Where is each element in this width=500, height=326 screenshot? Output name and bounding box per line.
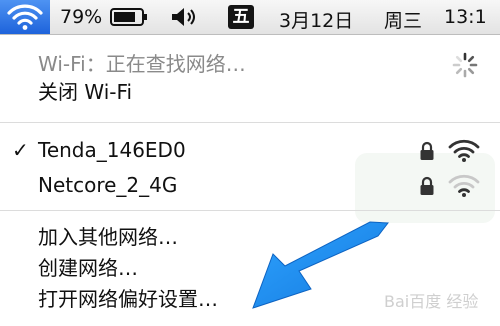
network-item-netcore[interactable]: Netcore_2_4G — [38, 172, 177, 198]
loading-spinner-icon — [452, 52, 478, 82]
open-network-preferences-item[interactable]: 打开网络偏好设置… — [38, 286, 218, 312]
network-item-tenda[interactable]: Tenda_146ED0 — [38, 137, 186, 163]
lock-icon — [419, 141, 435, 165]
wifi-signal-weak-icon — [448, 174, 480, 202]
menubar-date[interactable]: 3月12日 — [279, 6, 353, 33]
input-method-icon[interactable]: 五 — [228, 5, 254, 29]
battery-icon[interactable] — [110, 8, 148, 30]
checkmark-icon: ✓ — [12, 138, 29, 162]
battery-percentage[interactable]: 79% — [60, 6, 102, 28]
turn-off-wifi-item[interactable]: 关闭 Wi-Fi — [38, 79, 132, 105]
create-network-item[interactable]: 创建网络… — [38, 255, 138, 281]
menu-separator — [0, 210, 500, 211]
join-other-network-item[interactable]: 加入其他网络… — [38, 224, 178, 250]
menu-bar: 79% 五 3月12日 周三 13:1 — [0, 0, 500, 35]
menu-separator — [0, 122, 500, 123]
wifi-menu: Wi-Fi：正在查找网络… 关闭 Wi-Fi ✓ Tenda_146ED0 Ne… — [0, 35, 500, 326]
lock-icon — [419, 176, 435, 200]
wifi-status-icon[interactable] — [0, 0, 50, 34]
menubar-weekday[interactable]: 周三 — [384, 6, 422, 33]
wifi-signal-full-icon — [448, 139, 480, 167]
menubar-time[interactable]: 13:1 — [444, 6, 487, 28]
watermark-text: Bai百度 经验 — [384, 292, 479, 311]
wifi-status-text: Wi-Fi：正在查找网络… — [38, 52, 246, 76]
speaker-icon[interactable] — [170, 7, 200, 31]
